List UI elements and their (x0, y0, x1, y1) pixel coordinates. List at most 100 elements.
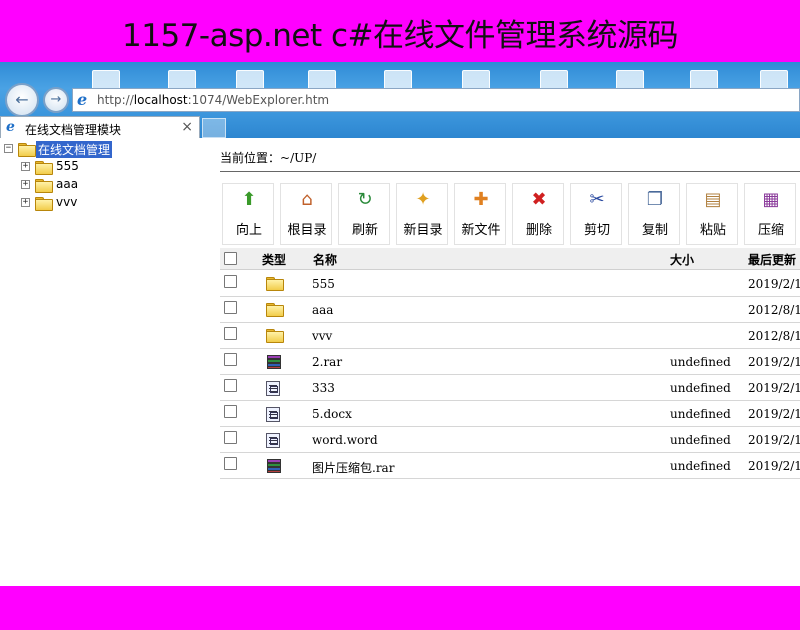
folder-icon (35, 197, 53, 211)
file-grid-header: 类型 名称 大小 最后更新 (220, 248, 800, 270)
expand-icon[interactable]: + (21, 180, 30, 189)
address-url: http://localhost:1074/WebExplorer.htm (97, 93, 330, 107)
refresh-icon: ↻ (357, 189, 373, 210)
new-file-button[interactable]: ✚ 新文件 (454, 183, 506, 245)
cell-name[interactable]: 333 (312, 381, 335, 395)
folder-icon (18, 143, 36, 157)
cell-size: undefined (670, 407, 731, 421)
ie-icon: e (77, 90, 88, 109)
folder-icon (266, 329, 284, 343)
expand-icon[interactable]: + (21, 198, 30, 207)
new-tab-button[interactable] (202, 118, 226, 138)
column-name[interactable]: 名称 (313, 251, 337, 268)
row-checkbox[interactable] (224, 353, 237, 366)
address-bar[interactable]: e http://localhost:1074/WebExplorer.htm (72, 88, 800, 112)
folder-icon (266, 303, 284, 317)
table-row[interactable]: vvv 2012/8/17 (220, 323, 800, 349)
compress-button[interactable]: ▦ 压缩 (744, 183, 796, 245)
file-icon (266, 407, 282, 422)
cell-name[interactable]: aaa (312, 303, 333, 317)
cell-name[interactable]: 555 (312, 277, 335, 291)
tree-item[interactable]: + aaa (0, 176, 215, 194)
cell-name[interactable]: word.word (312, 433, 378, 447)
toolbar-button-label: 新目录 (403, 223, 443, 238)
file-icon (266, 381, 282, 396)
home-icon: ⌂ (301, 189, 313, 210)
cell-modified: 2019/2/15 (748, 277, 800, 291)
scissors-button[interactable]: ✂ 剪切 (570, 183, 622, 245)
browser-tab[interactable]: e 在线文档管理模块 × (0, 116, 200, 138)
home-button[interactable]: ⌂ 根目录 (280, 183, 332, 245)
column-size[interactable]: 大小 (670, 251, 694, 268)
expand-icon[interactable]: + (21, 162, 30, 171)
toolbar-button-label: 根目录 (287, 223, 327, 238)
toolbar-button-label: 复制 (641, 223, 668, 238)
cell-modified: 2019/2/15 (748, 407, 800, 421)
up-arrow-button[interactable]: ⬆ 向上 (222, 183, 274, 245)
cell-modified: 2019/2/15 (748, 381, 800, 395)
cell-name[interactable]: 图片压缩包.rar (312, 459, 394, 476)
ie-tab-icon: e (6, 119, 15, 135)
column-modified[interactable]: 最后更新 (748, 251, 796, 268)
toolbar-button-label: 压缩 (757, 223, 784, 238)
toolbar-button-label: 剪切 (583, 223, 610, 238)
table-row[interactable]: word.word undefined 2019/2/15 (220, 427, 800, 453)
select-all-checkbox[interactable] (224, 252, 237, 265)
tree-root-label[interactable]: 在线文档管理 (36, 141, 113, 158)
refresh-button[interactable]: ↻ 刷新 (338, 183, 390, 245)
cell-size: undefined (670, 459, 731, 473)
scissors-icon: ✂ (589, 189, 605, 210)
divider (220, 171, 800, 172)
folder-icon (266, 277, 284, 291)
cell-size: undefined (670, 433, 731, 447)
tree-item[interactable]: + vvv (0, 194, 215, 212)
forward-button[interactable]: → (43, 87, 69, 113)
tree-item-label[interactable]: 555 (54, 159, 81, 173)
close-tab-icon[interactable]: × (181, 119, 193, 135)
forward-arrow-icon: → (50, 92, 62, 107)
toolbar: ⬆ 向上 ⌂ 根目录 ↻ 刷新 ✦ 新目录 ✚ 新文件 ✖ 删除 ✂ 剪切 ❐ 复制 ▤ 粘贴 ▦ 压缩 (222, 183, 800, 245)
table-row[interactable]: 图片压缩包.rar undefined 2019/2/15 (220, 453, 800, 479)
toolbar-button-label: 新文件 (461, 223, 501, 238)
cell-name[interactable]: 2.rar (312, 355, 342, 369)
cell-modified: 2012/8/17 (748, 329, 800, 343)
tree-item-label[interactable]: aaa (54, 177, 80, 191)
copy-button[interactable]: ❐ 复制 (628, 183, 680, 245)
table-row[interactable]: aaa 2012/8/17 (220, 297, 800, 323)
toolbar-button-label: 刷新 (351, 223, 378, 238)
column-type[interactable]: 类型 (262, 251, 286, 268)
row-checkbox[interactable] (224, 301, 237, 314)
delete-button[interactable]: ✖ 删除 (512, 183, 564, 245)
row-checkbox[interactable] (224, 379, 237, 392)
table-row[interactable]: 5.docx undefined 2019/2/15 (220, 401, 800, 427)
tree-item[interactable]: + 555 (0, 158, 215, 176)
location-path: ~/UP/ (280, 151, 317, 165)
cell-size: undefined (670, 381, 731, 395)
row-checkbox[interactable] (224, 431, 237, 444)
file-icon (266, 433, 282, 448)
collapse-icon[interactable]: − (4, 144, 13, 153)
tree-root[interactable]: − 在线文档管理 (0, 140, 215, 158)
rar-archive-icon (266, 459, 282, 473)
table-row[interactable]: 2.rar undefined 2019/2/15 (220, 349, 800, 375)
new-folder-button[interactable]: ✦ 新目录 (396, 183, 448, 245)
table-row[interactable]: 333 undefined 2019/2/15 (220, 375, 800, 401)
cell-name[interactable]: vvv (312, 329, 332, 343)
folder-icon (35, 161, 53, 175)
table-row[interactable]: 555 2019/2/15 (220, 271, 800, 297)
bottom-banner (0, 586, 800, 630)
cell-modified: 2019/2/15 (748, 433, 800, 447)
cell-modified: 2012/8/17 (748, 303, 800, 317)
paste-button[interactable]: ▤ 粘贴 (686, 183, 738, 245)
folder-tree: − 在线文档管理 + 555 + aaa + vvv (0, 140, 215, 212)
cell-name[interactable]: 5.docx (312, 407, 352, 421)
row-checkbox[interactable] (224, 405, 237, 418)
row-checkbox[interactable] (224, 275, 237, 288)
row-checkbox[interactable] (224, 457, 237, 470)
new-folder-icon: ✦ (415, 189, 431, 210)
banner-title: 1157-asp.net c#在线文件管理系统源码 (122, 18, 679, 54)
tree-item-label[interactable]: vvv (54, 195, 79, 209)
compress-icon: ▦ (762, 189, 780, 210)
back-button[interactable]: ← (5, 83, 39, 117)
row-checkbox[interactable] (224, 327, 237, 340)
